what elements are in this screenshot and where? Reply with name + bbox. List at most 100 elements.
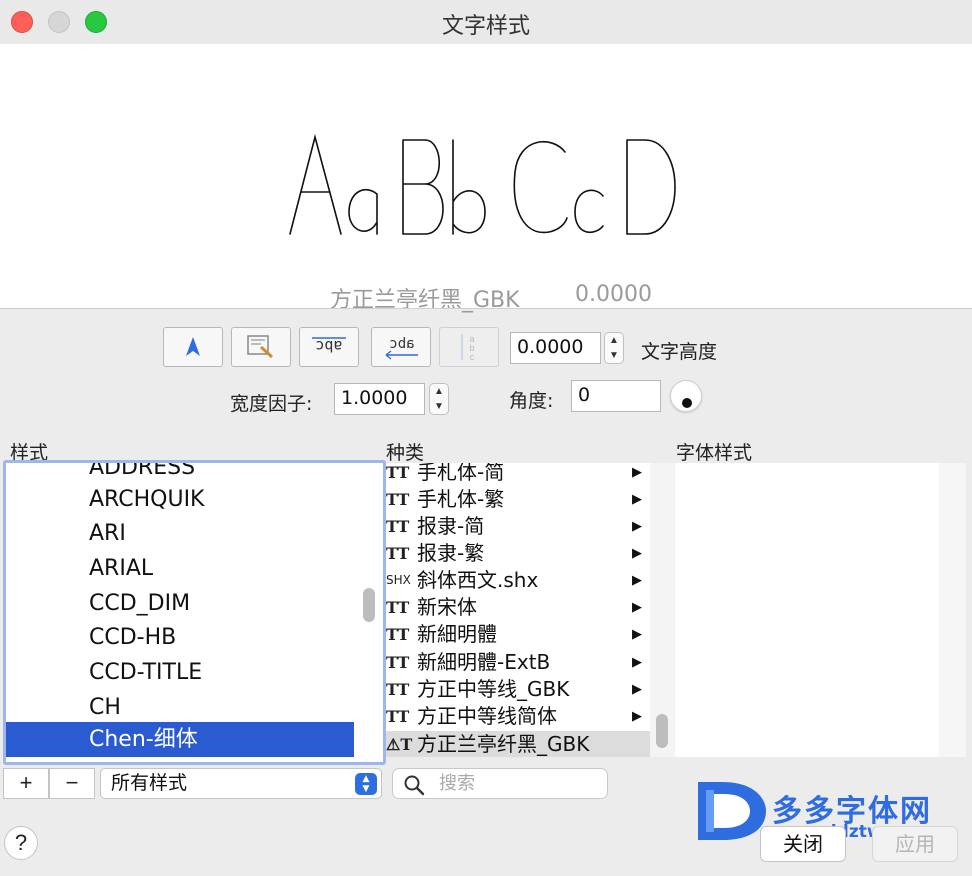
truetype-icon: TT — [386, 625, 410, 644]
search-icon — [404, 775, 425, 796]
font-name: 新細明體 — [417, 622, 497, 646]
style-filter-select[interactable]: 所有样式 ▲ ▼ — [100, 768, 382, 799]
font-name: 新細明體-ExtB — [417, 650, 551, 674]
submenu-arrow-icon: ▶ — [632, 492, 642, 507]
width-factor-input[interactable]: 1.0000 — [334, 383, 425, 415]
text-edit-icon — [247, 335, 274, 359]
text-height-stepper[interactable]: ▲ ▼ — [604, 332, 624, 364]
truetype-icon: TT — [386, 598, 410, 617]
font-name: 斜体西文.shx — [417, 568, 539, 592]
truetype-icon: TT — [386, 707, 410, 726]
divider — [0, 308, 972, 309]
list-item[interactable]: ARCHQUIK — [6, 482, 354, 517]
submenu-arrow-icon: ▶ — [632, 465, 642, 480]
backwards-icon: abc — [385, 336, 418, 360]
list-item[interactable]: TT 手札体-简 ▶ — [386, 463, 642, 486]
list-item[interactable]: CCD_DIM — [6, 586, 354, 621]
width-factor-label: 宽度因子: — [230, 393, 313, 415]
angle-dial[interactable] — [670, 380, 702, 412]
font-style-list[interactable] — [675, 463, 939, 757]
upside-down-icon: abc — [312, 337, 346, 355]
list-item[interactable]: CCD-HB — [6, 620, 354, 655]
list-item-selected[interactable]: ⚠T 方正兰亭纤黑_GBK — [386, 731, 650, 757]
shx-icon: SHX — [386, 573, 411, 587]
list-item[interactable]: CH — [6, 690, 354, 725]
preview-font-name: 方正兰亭纤黑_GBK — [330, 288, 520, 313]
dial-dot-icon — [682, 398, 692, 408]
font-list-scrollbar-track[interactable] — [650, 463, 675, 757]
stepper-up-icon[interactable]: ▲ — [434, 386, 444, 397]
list-item-selected[interactable]: Chen-细体 — [6, 722, 354, 757]
close-button[interactable]: 关闭 — [760, 826, 846, 862]
svg-text:abc: abc — [315, 337, 342, 355]
submenu-arrow-icon: ▶ — [632, 627, 642, 642]
font-name: 方正兰亭纤黑_GBK — [417, 732, 590, 756]
remove-style-button[interactable]: − — [49, 768, 95, 799]
stepper-up-icon[interactable]: ▲ — [609, 335, 619, 346]
vertical-text-button[interactable]: a b c — [439, 327, 499, 367]
font-category-list[interactable]: TT 手札体-简 ▶ TT 手札体-繁 ▶ TT 报隶-简 ▶ TT 报隶-繁 … — [386, 463, 650, 757]
window-title: 文字样式 — [441, 14, 530, 39]
text-height-label: 文字高度 — [641, 341, 718, 363]
style-list[interactable]: ADDRESS ARCHQUIK ARI ARIAL CCD_DIM CCD-H… — [3, 460, 386, 765]
list-item[interactable]: TT 新細明體 ▶ — [386, 621, 642, 648]
watermark-logo-icon — [698, 782, 766, 840]
font-style-scrollbar-track[interactable] — [939, 463, 966, 757]
submenu-arrow-icon: ▶ — [632, 519, 642, 534]
chevron-updown-icon: ▲ ▼ — [355, 773, 377, 795]
list-item[interactable]: TT 方正中等线简体 ▶ — [386, 703, 642, 730]
width-factor-stepper[interactable]: ▲ ▼ — [429, 383, 449, 415]
font-name: 手札体-繁 — [417, 487, 505, 511]
add-style-button[interactable]: + — [3, 768, 49, 799]
font-list-scrollbar[interactable] — [656, 714, 668, 748]
vertical-text-icon: a b c — [461, 334, 475, 362]
apply-button[interactable]: 应用 — [872, 826, 958, 862]
upside-down-button[interactable]: abc — [299, 327, 359, 367]
submenu-arrow-icon: ▶ — [632, 682, 642, 697]
angle-label: 角度: — [509, 390, 554, 412]
truetype-icon: TT — [386, 517, 410, 536]
stepper-down-icon[interactable]: ▼ — [434, 401, 444, 412]
list-item[interactable]: TT 方正中等线_GBK ▶ — [386, 676, 642, 703]
angle-input[interactable]: 0 — [571, 380, 661, 412]
list-item[interactable]: TT 报隶-繁 ▶ — [386, 540, 642, 567]
submenu-arrow-icon: ▶ — [632, 600, 642, 615]
preview-sample-text — [289, 133, 676, 235]
style-filter-value: 所有样式 — [111, 772, 188, 794]
list-item[interactable]: CCD-TITLE — [6, 655, 354, 690]
stepper-down-icon[interactable]: ▼ — [609, 350, 619, 361]
svg-text:c: c — [470, 352, 475, 362]
annotative-button[interactable] — [163, 327, 223, 367]
preview-font-size: 0.0000 — [575, 282, 652, 307]
search-field[interactable]: 搜索 — [392, 768, 608, 799]
backwards-button[interactable]: abc — [371, 327, 431, 367]
title-bar: 文字样式 — [0, 0, 972, 44]
svg-text:abc: abc — [389, 336, 414, 352]
submenu-arrow-icon: ▶ — [632, 655, 642, 670]
list-item[interactable]: TT 新宋体 ▶ — [386, 594, 642, 621]
submenu-arrow-icon: ▶ — [632, 546, 642, 561]
truetype-icon: TT — [386, 544, 410, 563]
list-item[interactable]: ARIAL — [6, 551, 354, 586]
annotative-icon — [186, 337, 200, 356]
list-item[interactable]: TT 报隶-简 ▶ — [386, 513, 642, 540]
search-placeholder: 搜索 — [439, 773, 475, 794]
font-preview-area: 方正兰亭纤黑_GBK 0.0000 — [0, 44, 972, 313]
truetype-icon: TT — [386, 680, 410, 699]
list-item[interactable]: TT 新細明體-ExtB ▶ — [386, 649, 642, 676]
font-name: 方正中等线简体 — [417, 704, 557, 728]
font-style-column-header: 字体样式 — [676, 442, 753, 464]
help-button[interactable]: ? — [4, 826, 38, 860]
text-height-input[interactable]: 0.0000 — [510, 332, 601, 364]
style-list-scrollbar[interactable] — [363, 588, 375, 622]
text-edit-button[interactable] — [231, 327, 291, 367]
font-name: 手札体-简 — [417, 463, 505, 484]
font-name: 报隶-简 — [417, 514, 485, 538]
list-item[interactable]: TT 手札体-繁 ▶ — [386, 486, 642, 513]
truetype-icon: TT — [386, 463, 410, 482]
truetype-icon: TT — [386, 490, 410, 509]
warning-truetype-icon: ⚠T — [386, 735, 413, 754]
list-item[interactable]: ARI — [6, 516, 354, 551]
font-name: 报隶-繁 — [417, 541, 485, 565]
list-item[interactable]: SHX 斜体西文.shx ▶ — [386, 567, 642, 594]
